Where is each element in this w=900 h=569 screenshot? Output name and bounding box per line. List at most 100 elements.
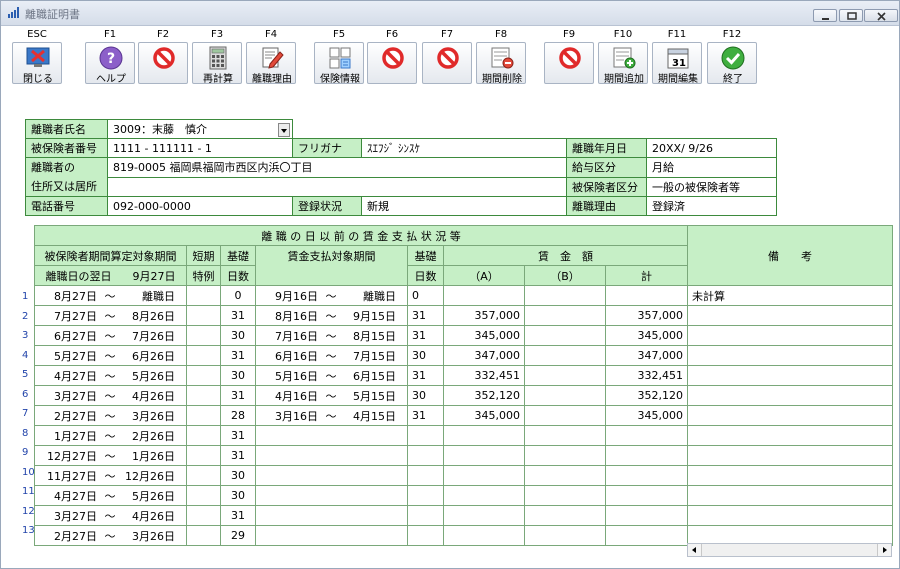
amount-a-cell[interactable] [443, 505, 525, 526]
base-days-cell[interactable]: 31 [220, 305, 256, 326]
employee-select[interactable]: 3009：末藤 慎介 [107, 119, 293, 139]
pay-period-cell[interactable] [255, 525, 408, 546]
pay-period-cell[interactable]: 5月16日～ 6月15日 [255, 365, 408, 386]
amount-a-cell[interactable] [443, 425, 525, 446]
finish-button[interactable]: 終了 [707, 42, 757, 85]
amount-b-cell[interactable] [524, 325, 606, 346]
period-cell[interactable]: 12月27日～ 1月26日 [34, 445, 187, 466]
amount-a-cell[interactable] [443, 465, 525, 486]
f2-disabled-button[interactable] [138, 42, 188, 84]
pay-base-days-cell[interactable]: 0 [407, 285, 444, 306]
pay-period-cell[interactable]: 4月16日～ 5月15日 [255, 385, 408, 406]
f7-disabled-button[interactable] [422, 42, 472, 84]
base-days-cell[interactable]: 30 [220, 465, 256, 486]
f10-key[interactable]: F10 期間追加 [598, 29, 648, 85]
insured-type-field[interactable]: 一般の被保険者等 [646, 176, 777, 197]
address-field-line-2[interactable] [107, 176, 567, 197]
pay-base-days-cell[interactable] [407, 445, 444, 466]
pay-period-cell[interactable]: 7月16日～ 8月15日 [255, 325, 408, 346]
f9-key[interactable]: F9 [544, 29, 594, 85]
pay-period-cell[interactable] [255, 485, 408, 506]
period-cell[interactable]: 7月27日～ 8月26日 [34, 305, 187, 326]
remarks-horizontal-scrollbar[interactable] [687, 543, 892, 557]
amount-a-cell[interactable]: 345,000 [443, 325, 525, 346]
close-button[interactable]: 閉じる [12, 42, 62, 85]
insurance-info-button[interactable]: 保険情報 [314, 42, 364, 85]
amount-b-cell[interactable] [524, 505, 606, 526]
base-days-cell[interactable]: 30 [220, 325, 256, 346]
table-row[interactable]: 3月27日～ 4月26日 31 [34, 505, 893, 526]
period-cell[interactable]: 8月27日～離職日 [34, 285, 187, 306]
phone-field[interactable]: 092-000-0000 [107, 196, 293, 216]
pay-base-days-cell[interactable]: 31 [407, 365, 444, 386]
base-days-cell[interactable]: 31 [220, 385, 256, 406]
f3-key[interactable]: F3 再計算 [192, 29, 242, 85]
short-term-cell[interactable] [186, 365, 221, 386]
period-cell[interactable]: 1月27日～ 2月26日 [34, 425, 187, 446]
short-term-cell[interactable] [186, 405, 221, 426]
pay-period-cell[interactable]: 3月16日～ 4月15日 [255, 405, 408, 426]
base-days-cell[interactable]: 31 [220, 505, 256, 526]
period-cell[interactable]: 4月27日～ 5月26日 [34, 485, 187, 506]
short-term-cell[interactable] [186, 325, 221, 346]
address-field[interactable]: 819-0005 福岡県福岡市西区内浜〇丁目 [107, 157, 567, 178]
pay-period-cell[interactable] [255, 445, 408, 466]
period-cell[interactable]: 3月27日～ 4月26日 [34, 385, 187, 406]
table-row[interactable]: 4月27日～ 5月26日 30 [34, 485, 893, 506]
table-row[interactable]: 2月27日～ 3月26日 28 3月16日～ 4月15日 31 345,000 345,000 [34, 405, 893, 426]
amount-a-cell[interactable]: 345,000 [443, 405, 525, 426]
period-cell[interactable]: 3月27日～ 4月26日 [34, 505, 187, 526]
minimize-button[interactable] [813, 9, 837, 22]
remarks-cell[interactable] [687, 405, 893, 426]
amount-b-cell[interactable] [524, 285, 606, 306]
amount-b-cell[interactable] [524, 305, 606, 326]
scroll-right-arrow-icon[interactable] [877, 544, 891, 556]
amount-a-cell[interactable] [443, 525, 525, 546]
short-term-cell[interactable] [186, 425, 221, 446]
short-term-cell[interactable] [186, 485, 221, 506]
separation-reason-button[interactable]: 離職理由 [246, 42, 296, 85]
short-term-cell[interactable] [186, 385, 221, 406]
period-cell[interactable]: 5月27日～ 6月26日 [34, 345, 187, 366]
remarks-cell[interactable] [687, 305, 893, 326]
amount-b-cell[interactable] [524, 365, 606, 386]
remarks-cell[interactable] [687, 485, 893, 506]
base-days-cell[interactable]: 28 [220, 405, 256, 426]
base-days-cell[interactable]: 30 [220, 485, 256, 506]
amount-b-cell[interactable] [524, 425, 606, 446]
pay-period-cell[interactable] [255, 425, 408, 446]
f6-disabled-button[interactable] [367, 42, 417, 84]
remarks-cell[interactable] [687, 365, 893, 386]
pay-base-days-cell[interactable] [407, 485, 444, 506]
help-button[interactable]: ? ヘルプ [85, 42, 135, 85]
short-term-cell[interactable] [186, 505, 221, 526]
pay-base-days-cell[interactable]: 31 [407, 405, 444, 426]
pay-period-cell[interactable]: 6月16日～ 7月15日 [255, 345, 408, 366]
amount-a-cell[interactable] [443, 285, 525, 306]
remarks-cell[interactable] [687, 465, 893, 486]
remarks-cell[interactable]: 未計算 [687, 285, 893, 306]
f12-key[interactable]: F12 終了 [707, 29, 757, 85]
short-term-cell[interactable] [186, 285, 221, 306]
f5-key[interactable]: F5 保険情報 [314, 29, 364, 85]
pay-period-cell[interactable] [255, 505, 408, 526]
base-days-cell[interactable]: 31 [220, 425, 256, 446]
f2-key[interactable]: F2 [138, 29, 188, 85]
table-row[interactable]: 11月27日～ 12月26日 30 [34, 465, 893, 486]
amount-b-cell[interactable] [524, 525, 606, 546]
short-term-cell[interactable] [186, 345, 221, 366]
table-row[interactable]: 3月27日～ 4月26日 31 4月16日～ 5月15日 30 352,120 352,120 [34, 385, 893, 406]
period-cell[interactable]: 2月27日～ 3月26日 [34, 525, 187, 546]
pay-base-days-cell[interactable]: 31 [407, 305, 444, 326]
close-window-button[interactable] [864, 9, 898, 22]
table-row[interactable]: 6月27日～ 7月26日 30 7月16日～ 8月15日 31 345,000 345,000 [34, 325, 893, 346]
period-cell[interactable]: 6月27日～ 7月26日 [34, 325, 187, 346]
pay-base-days-cell[interactable] [407, 525, 444, 546]
amount-b-cell[interactable] [524, 405, 606, 426]
delete-period-button[interactable]: 期間削除 [476, 42, 526, 85]
pay-base-days-cell[interactable]: 30 [407, 345, 444, 366]
remarks-cell[interactable] [687, 505, 893, 526]
f8-key[interactable]: F8 期間削除 [476, 29, 526, 85]
short-term-cell[interactable] [186, 305, 221, 326]
f7-key[interactable]: F7 [422, 29, 472, 85]
